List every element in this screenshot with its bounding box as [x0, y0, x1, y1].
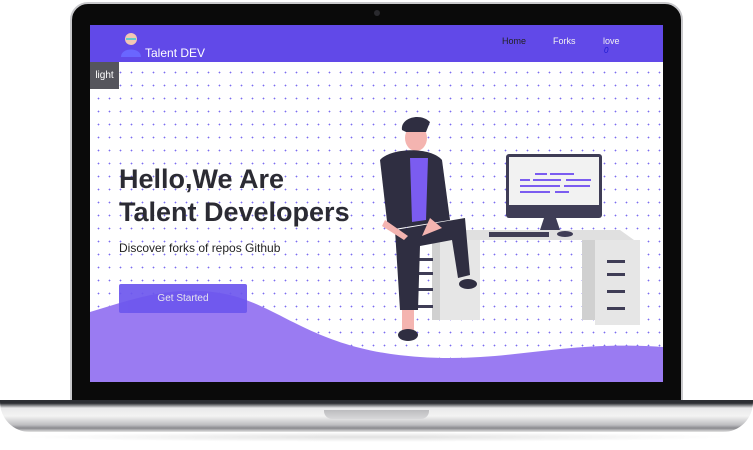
avatar-icon	[121, 33, 141, 57]
hero-subtitle: Discover forks of repos Github	[119, 241, 281, 255]
nav-link-forks[interactable]: Forks	[553, 36, 576, 46]
laptop-screen: Talent DEV Home Forks love 0 light Hello…	[90, 25, 663, 382]
navbar: Talent DEV Home Forks love 0	[90, 25, 663, 62]
theme-toggle-button[interactable]: light	[90, 62, 119, 89]
nav-link-love[interactable]: love	[603, 36, 620, 46]
love-count: 0	[604, 46, 609, 55]
laptop-notch	[324, 410, 429, 419]
hero-title: Hello,We Are Talent Developers	[119, 163, 350, 229]
hero-title-line1: Hello,We Are	[119, 164, 285, 194]
nav-link-home[interactable]: Home	[502, 36, 526, 46]
webcam-icon	[374, 10, 380, 16]
hero-title-line2: Talent Developers	[119, 197, 350, 227]
get-started-button[interactable]: Get Started	[119, 284, 247, 313]
laptop-shadow	[20, 432, 733, 442]
brand-name[interactable]: Talent DEV	[145, 46, 205, 60]
developer-desk-illustration	[380, 116, 640, 341]
